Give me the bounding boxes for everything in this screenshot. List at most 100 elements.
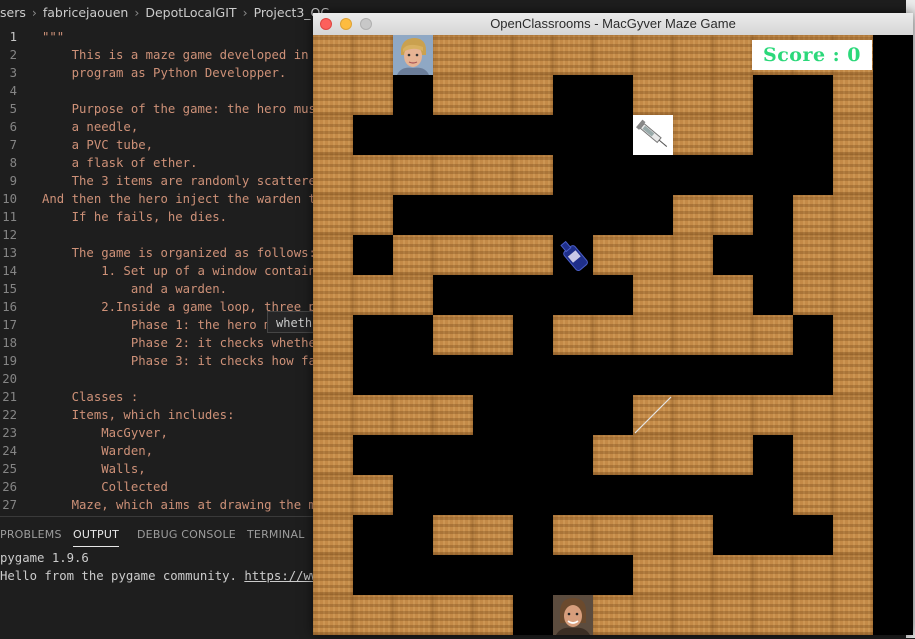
code-area[interactable]: 1 """ 2 This is a maze game developed in t… xyxy=(0,28,330,514)
maze-wall-tile xyxy=(353,195,393,235)
maze-wall-tile xyxy=(753,395,793,435)
code-line: 7 a PVC tube, xyxy=(0,136,330,154)
maze-wall-tile xyxy=(433,235,473,275)
maze-wall-tile xyxy=(833,155,873,195)
output-text: Hello from the pygame community. xyxy=(0,569,245,583)
code-text: a needle, xyxy=(42,120,139,134)
maze-wall-tile xyxy=(353,475,393,515)
maze-wall-tile xyxy=(713,75,753,115)
maze-wall-tile xyxy=(313,115,353,155)
maze-wall-tile xyxy=(833,395,873,435)
line-number: 10 xyxy=(2,192,17,206)
maze-wall-tile xyxy=(393,235,433,275)
breadcrumb-item-depot[interactable]: DepotLocalGIT xyxy=(145,0,236,26)
maze-wall-tile xyxy=(553,35,593,75)
maze-wall-tile xyxy=(833,315,873,355)
maze-wall-tile xyxy=(353,155,393,195)
code-line: 1 """ xyxy=(0,28,330,46)
code-text: Phase 1: the hero mo xyxy=(42,318,279,332)
maze-wall-tile xyxy=(673,555,713,595)
tab-problems[interactable]: PROBLEMS xyxy=(0,524,62,546)
maze-wall-tile xyxy=(673,595,713,635)
line-number: 6 xyxy=(9,120,17,134)
maze-wall-tile xyxy=(673,395,713,435)
maze-wall-tile xyxy=(473,155,513,195)
maze-wall-tile xyxy=(633,35,673,75)
line-number: 2 xyxy=(9,48,17,62)
maze-wall-tile xyxy=(673,435,713,475)
code-text: a PVC tube, xyxy=(42,138,154,152)
line-number: 18 xyxy=(2,336,17,350)
line-number: 14 xyxy=(2,264,17,278)
maze-wall-tile xyxy=(313,595,353,635)
maze-wall-tile xyxy=(833,115,873,155)
maze-wall-tile xyxy=(793,235,833,275)
maze-wall-tile xyxy=(313,235,353,275)
line-number: 21 xyxy=(2,390,17,404)
line-number: 20 xyxy=(2,372,17,386)
code-line: 18 Phase 2: it checks whether xyxy=(0,334,330,352)
tab-terminal[interactable]: TERMINAL xyxy=(247,524,305,546)
maze-wall-tile xyxy=(353,595,393,635)
window-title: OpenClassrooms - MacGyver Maze Game xyxy=(490,16,736,31)
code-text: a flask of ether. xyxy=(42,156,198,170)
maze-wall-tile xyxy=(313,315,353,355)
maze-canvas[interactable]: Score : 0 xyxy=(313,35,913,635)
code-line: 25 Walls, xyxy=(0,460,330,478)
maze-wall-tile xyxy=(513,155,553,195)
maze-wall-tile xyxy=(393,395,433,435)
maze-wall-tile xyxy=(473,595,513,635)
code-line: 15 and a warden. xyxy=(0,280,330,298)
maze-wall-tile xyxy=(833,595,873,635)
maze-wall-tile xyxy=(553,315,593,355)
maze-wall-tile xyxy=(313,275,353,315)
maze-wall-tile xyxy=(833,475,873,515)
maze-wall-tile xyxy=(833,235,873,275)
maze-wall-tile xyxy=(793,395,833,435)
maze-wall-tile xyxy=(353,275,393,315)
maze-wall-tile xyxy=(473,75,513,115)
maze-wall-tile xyxy=(513,235,553,275)
output-line: pygame 1.9.6 xyxy=(0,551,89,565)
maze-wall-tile xyxy=(433,315,473,355)
maze-wall-tile xyxy=(593,435,633,475)
maze-wall-tile xyxy=(633,315,673,355)
maze-wall-tile xyxy=(753,595,793,635)
maze-wall-tile xyxy=(713,555,753,595)
game-window[interactable]: OpenClassrooms - MacGyver Maze Game Scor… xyxy=(313,13,913,635)
maze-wall-tile xyxy=(393,275,433,315)
maze-wall-tile xyxy=(793,195,833,235)
line-number: 25 xyxy=(2,462,17,476)
breadcrumb-item-user[interactable]: fabricejaouen xyxy=(43,0,129,26)
tab-output[interactable]: OUTPUT xyxy=(73,524,120,547)
maze-wall-tile xyxy=(833,195,873,235)
line-number: 17 xyxy=(2,318,17,332)
line-number: 11 xyxy=(2,210,17,224)
maze-wall-tile xyxy=(673,195,713,235)
tab-debug-console[interactable]: DEBUG CONSOLE xyxy=(137,524,236,546)
code-line: 20 xyxy=(0,370,330,388)
breadcrumb-item-users[interactable]: sers xyxy=(0,0,26,26)
maze-wall-tile xyxy=(313,515,353,555)
window-titlebar[interactable]: OpenClassrooms - MacGyver Maze Game xyxy=(313,13,913,36)
needle-icon xyxy=(633,395,673,435)
code-line: 22 Items, which includes: xyxy=(0,406,330,424)
code-text: Walls, xyxy=(42,462,146,476)
line-number: 16 xyxy=(2,300,17,314)
chevron-right-icon: › xyxy=(31,5,37,20)
warden-portrait-icon xyxy=(553,595,593,635)
line-number: 8 xyxy=(9,156,17,170)
maze-wall-tile xyxy=(713,115,753,155)
maze-wall-tile xyxy=(313,35,353,75)
maze-wall-tile xyxy=(433,595,473,635)
code-text: Classes : xyxy=(42,390,139,404)
code-line: 11 If he fails, he dies. xyxy=(0,208,330,226)
line-number: 4 xyxy=(9,84,17,98)
code-text: Phase 3: it checks how fa xyxy=(42,354,316,368)
chevron-right-icon: › xyxy=(242,5,248,20)
code-line: 14 1. Set up of a window contain xyxy=(0,262,330,280)
maze-wall-tile xyxy=(313,195,353,235)
code-text: The 3 items are randomly scattered xyxy=(42,174,324,188)
code-text: program as Python Developper. xyxy=(42,66,287,80)
code-line: 6 a needle, xyxy=(0,118,330,136)
